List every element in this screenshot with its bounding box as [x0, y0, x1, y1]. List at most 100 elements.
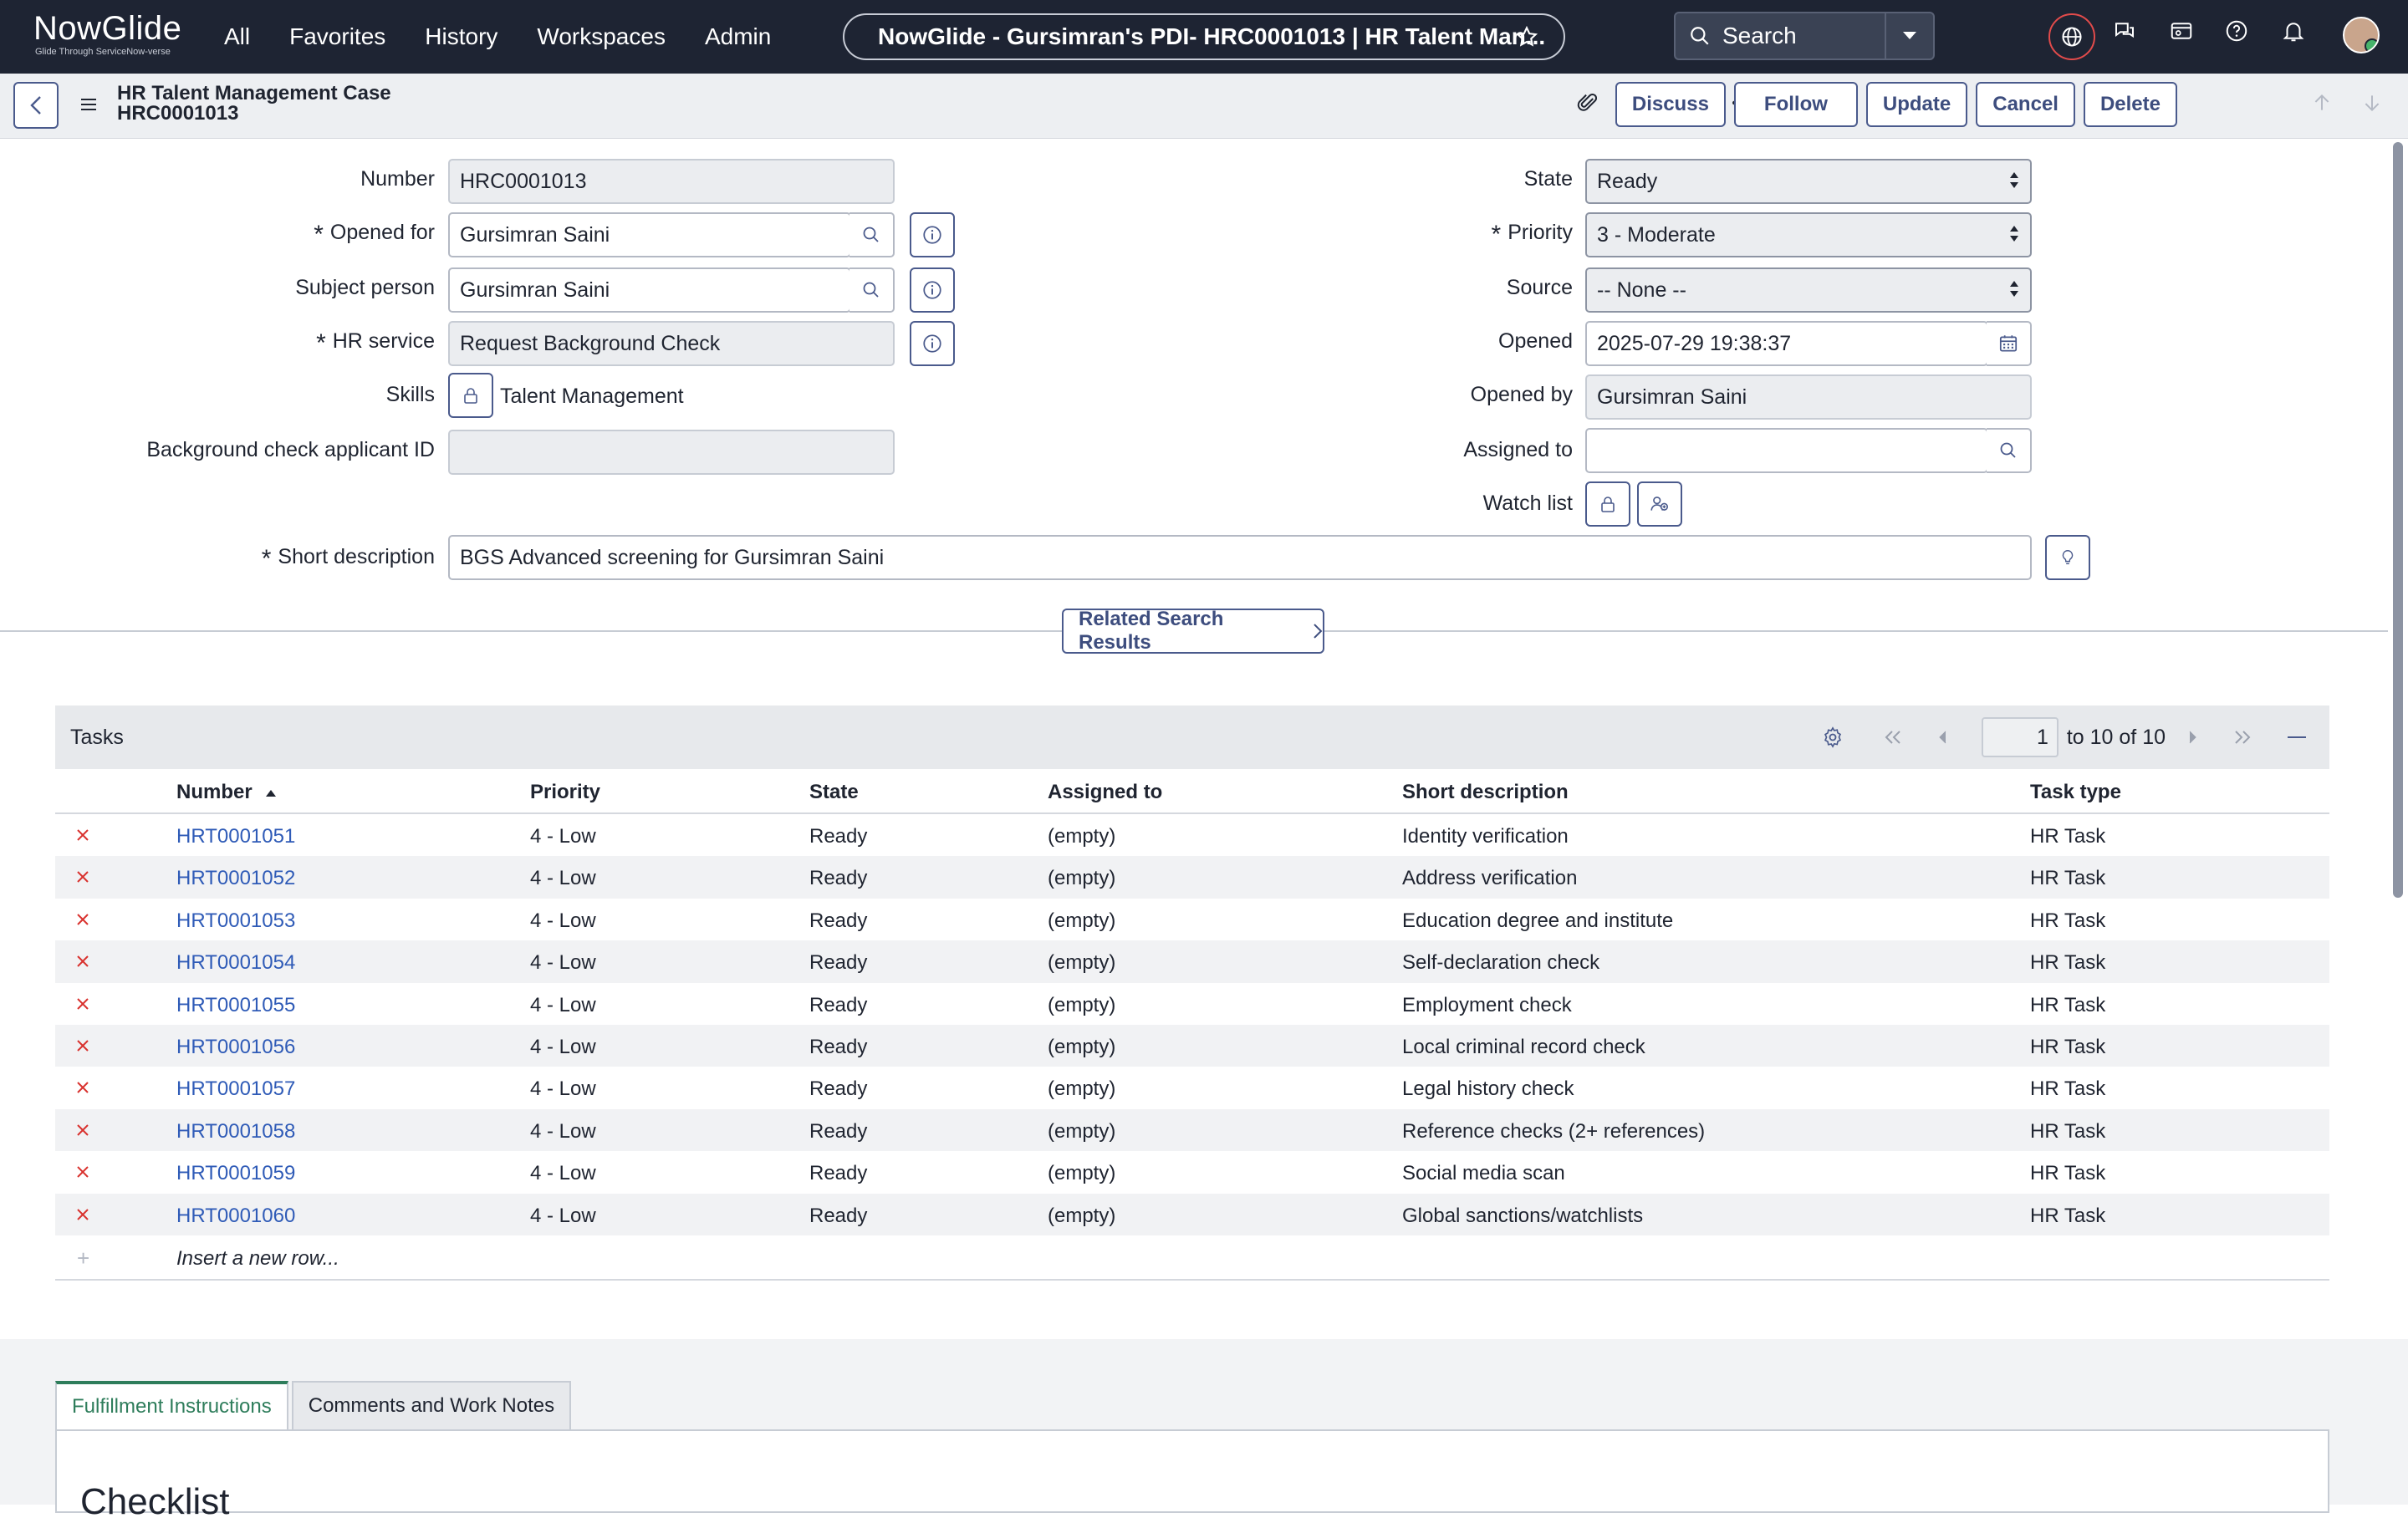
table-row[interactable]: HRT0001051 4 - Low Ready (empty) Identity ve…	[55, 814, 2329, 856]
tab-fulfillment-instructions[interactable]: Fulfillment Instructions	[55, 1381, 288, 1429]
opened-field[interactable]: 2025-07-29 19:38:37	[1585, 321, 1988, 366]
column-header-priority[interactable]: Priority	[530, 781, 600, 804]
task-state: Ready	[809, 1077, 868, 1101]
previous-page-icon[interactable]	[1936, 729, 1948, 746]
page-number-input[interactable]: 1	[1981, 717, 2059, 757]
nav-history[interactable]: History	[425, 23, 497, 50]
table-row[interactable]: HRT0001059 4 - Low Ready (empty) Social medi…	[55, 1151, 2329, 1193]
gear-icon[interactable]	[1821, 726, 1844, 749]
table-row[interactable]: HRT0001058 4 - Low Ready (empty) Reference c…	[55, 1108, 2329, 1152]
table-row[interactable]: HRT0001056 4 - Low Ready (empty) Local crimi…	[55, 1024, 2329, 1067]
skills-label: Skills	[385, 383, 435, 406]
globe-icon[interactable]	[2048, 13, 2095, 60]
table-row[interactable]: HRT0001053 4 - Low Ready (empty) Education d…	[55, 899, 2329, 940]
discuss-button[interactable]: Discuss	[1615, 82, 1726, 127]
nav-all[interactable]: All	[224, 23, 250, 50]
opened-for-lookup-button[interactable]	[849, 212, 895, 257]
cancel-button[interactable]: Cancel	[1976, 82, 2075, 127]
paperclip-icon[interactable]	[1575, 90, 1600, 115]
task-number-link[interactable]: HRT0001058	[176, 1120, 295, 1144]
remove-icon[interactable]	[75, 1164, 90, 1179]
subject-person-lookup-button[interactable]	[849, 267, 895, 313]
search-label: Search	[1722, 23, 1797, 48]
remove-icon[interactable]	[75, 1038, 90, 1053]
task-number-link[interactable]: HRT0001052	[176, 867, 295, 890]
nav-favorites[interactable]: Favorites	[289, 23, 385, 50]
opened-for-field[interactable]: Gursimran Saini	[448, 212, 851, 257]
assigned-to-lookup-button[interactable]	[1987, 428, 2032, 473]
remove-icon[interactable]	[75, 1123, 90, 1138]
priority-select[interactable]: 3 - Moderate	[1585, 212, 2032, 257]
remove-icon[interactable]	[75, 869, 90, 884]
app-logo[interactable]: NowGlide Glide Through ServiceNow-verse	[33, 12, 181, 57]
follow-button[interactable]: Follow	[1733, 82, 1858, 127]
subject-person-info-button[interactable]	[910, 267, 955, 313]
next-page-icon[interactable]	[2187, 729, 2199, 746]
task-number-link[interactable]: HRT0001057	[176, 1077, 295, 1101]
plus-icon: +	[77, 1245, 90, 1271]
search-scope-dropdown[interactable]	[1885, 13, 1933, 59]
assigned-to-field[interactable]	[1585, 428, 1988, 473]
update-button[interactable]: Update	[1865, 82, 1968, 127]
page-scrollbar[interactable]	[2393, 142, 2403, 898]
arrow-up-icon[interactable]	[2311, 90, 2333, 115]
column-header-short-description[interactable]: Short description	[1402, 781, 1569, 804]
watch-list-add-me-button[interactable]	[1637, 481, 1682, 527]
arrow-down-icon[interactable]	[2361, 90, 2383, 115]
column-header-number[interactable]: Number	[176, 781, 278, 804]
task-number-link[interactable]: HRT0001053	[176, 909, 295, 933]
remove-icon[interactable]	[75, 1207, 90, 1222]
user-avatar[interactable]	[2343, 17, 2380, 53]
subject-person-field[interactable]: Gursimran Saini	[448, 267, 851, 313]
star-icon[interactable]	[1515, 25, 1538, 48]
chat-icon[interactable]	[2112, 18, 2137, 43]
opened-for-info-button[interactable]	[910, 212, 955, 257]
table-row[interactable]: HRT0001060 4 - Low Ready (empty) Global sanc…	[55, 1193, 2329, 1235]
help-icon[interactable]	[2224, 18, 2249, 43]
table-row[interactable]: HRT0001055 4 - Low Ready (empty) Employment …	[55, 983, 2329, 1025]
hr-service-info-button[interactable]	[910, 321, 955, 366]
screen-share-icon[interactable]	[2169, 18, 2194, 43]
opened-date-picker-button[interactable]	[1987, 321, 2032, 366]
remove-icon[interactable]	[75, 954, 90, 969]
remove-icon[interactable]	[75, 1080, 90, 1095]
task-number-link[interactable]: HRT0001051	[176, 825, 295, 848]
source-select[interactable]: -- None --	[1585, 267, 2032, 313]
remove-icon[interactable]	[75, 912, 90, 927]
bell-icon[interactable]	[2281, 18, 2306, 43]
column-header-task-type[interactable]: Task type	[2030, 781, 2121, 804]
task-number-link[interactable]: HRT0001055	[176, 994, 295, 1017]
table-row[interactable]: HRT0001054 4 - Low Ready (empty) Self-declar…	[55, 940, 2329, 983]
global-search[interactable]: Search	[1674, 12, 1935, 60]
short-description-field[interactable]: BGS Advanced screening for Gursimran Sai…	[448, 535, 2032, 580]
task-number-link[interactable]: HRT0001056	[176, 1036, 295, 1059]
task-number-link[interactable]: HRT0001054	[176, 951, 295, 975]
background-check-label: Background check applicant ID	[146, 438, 435, 461]
context-title-pill[interactable]: NowGlide - Gursimran's PDI- HRC0001013 |…	[843, 13, 1565, 60]
tab-comments-work-notes[interactable]: Comments and Work Notes	[291, 1381, 572, 1429]
remove-icon[interactable]	[75, 828, 90, 843]
nav-workspaces[interactable]: Workspaces	[537, 23, 666, 50]
table-row[interactable]: HRT0001052 4 - Low Ready (empty) Address ver…	[55, 856, 2329, 899]
skills-unlock-button[interactable]	[448, 373, 493, 418]
remove-icon[interactable]	[75, 996, 90, 1011]
collapse-icon[interactable]	[2286, 729, 2308, 746]
column-header-state[interactable]: State	[809, 781, 859, 804]
task-number-link[interactable]: HRT0001059	[176, 1162, 295, 1185]
back-button[interactable]	[13, 82, 59, 129]
table-row[interactable]: HRT0001057 4 - Low Ready (empty) Legal histo…	[55, 1067, 2329, 1108]
task-number-link[interactable]: HRT0001060	[176, 1205, 295, 1228]
watch-list-unlock-button[interactable]	[1585, 481, 1630, 527]
related-search-results-button[interactable]: Related Search Results	[1062, 608, 1324, 654]
insert-new-row[interactable]: + Insert a new row...	[55, 1235, 2329, 1281]
last-page-icon[interactable]	[2232, 729, 2252, 746]
add-user-icon	[1650, 497, 1669, 511]
column-header-assigned-to[interactable]: Assigned to	[1048, 781, 1162, 804]
suggestion-button[interactable]	[2045, 535, 2090, 580]
first-page-icon[interactable]	[1883, 729, 1903, 746]
context-menu-icon[interactable]	[79, 95, 99, 114]
state-select[interactable]: Ready	[1585, 159, 2032, 204]
delete-button[interactable]: Delete	[2083, 82, 2177, 127]
nav-admin[interactable]: Admin	[705, 23, 771, 50]
opened-by-label: Opened by	[1470, 383, 1573, 406]
